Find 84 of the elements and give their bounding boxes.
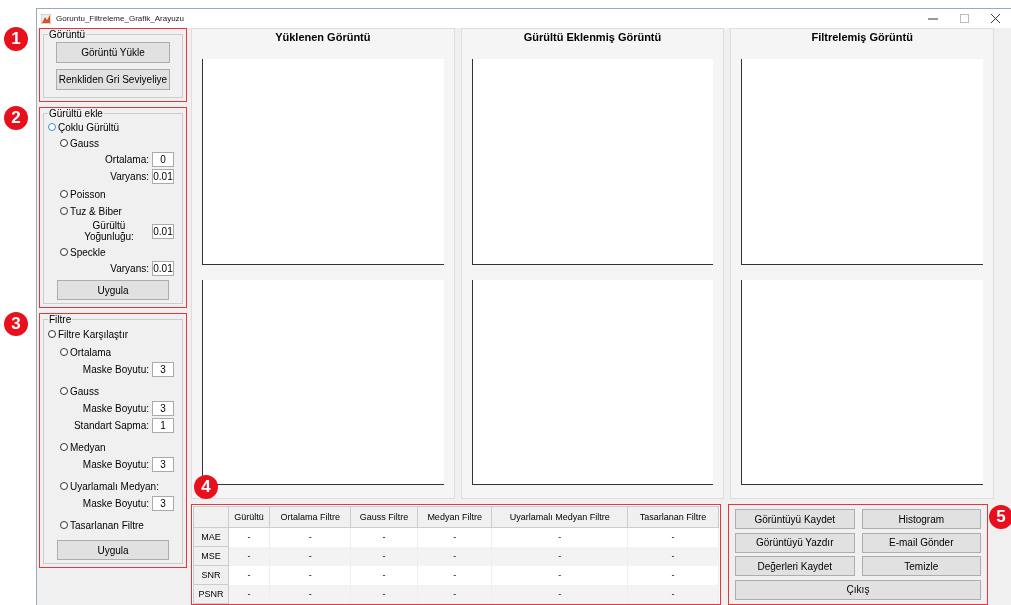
apply-button[interactable]: Uygula — [57, 540, 169, 560]
panel-title: Filtrelemiş Görüntü — [811, 31, 913, 44]
input-field[interactable]: 0.01 — [152, 223, 174, 239]
window-title: Goruntu_Filtreleme_Grafik_Arayuzu — [56, 14, 186, 23]
table-cell: - — [627, 527, 719, 547]
radio-button[interactable]: Gauss — [60, 135, 99, 151]
table-cell: - — [228, 565, 270, 585]
radio-button[interactable]: Gauss — [60, 382, 99, 400]
table-cell: - — [417, 546, 492, 566]
push-button[interactable]: Görüntüyü Yazdır — [735, 532, 855, 553]
table-cell: - — [269, 527, 351, 547]
field-label: Varyans: — [110, 263, 149, 274]
input-field[interactable]: 3 — [152, 362, 174, 377]
field-label: Maske Boyutu: — [82, 459, 149, 470]
push-button[interactable]: E-mail Gönder — [861, 532, 981, 553]
table-cell: - — [269, 565, 351, 585]
input-field[interactable]: 3 — [152, 401, 174, 416]
close-icon[interactable] — [991, 14, 1000, 23]
column-header: Uyarlamalı Medyan Filtre — [491, 506, 628, 528]
radio-button[interactable]: Ortalama — [60, 343, 112, 361]
table-cell: - — [491, 565, 628, 585]
radio-button[interactable]: Çoklu Gürültü — [48, 119, 120, 135]
number-badge: 1 — [4, 27, 28, 51]
table-cell: - — [627, 584, 719, 604]
table-cell: - — [350, 565, 418, 585]
table-cell: - — [491, 546, 628, 566]
push-button[interactable]: Renkliden Gri Seviyeliye — [55, 69, 171, 90]
table-cell: - — [417, 527, 492, 547]
column-header: Tasarlanan Filtre — [627, 506, 719, 528]
table-cell: - — [417, 565, 492, 585]
input-field[interactable]: 1 — [152, 418, 174, 433]
radio-button[interactable]: Speckle — [60, 244, 106, 260]
group-title: Görüntü — [48, 29, 87, 40]
radio-button[interactable]: Filtre Karşılaştır — [48, 325, 128, 343]
field-label: Gürültü Yoğunluğu: — [83, 220, 135, 242]
table-cell: - — [350, 546, 418, 566]
table-cell: - — [228, 546, 270, 566]
input-field[interactable]: 3 — [152, 496, 174, 511]
number-badge: 5 — [989, 505, 1011, 529]
group-title: Gürültü ekle — [48, 108, 104, 119]
table-cell: - — [228, 527, 270, 547]
push-button[interactable]: Değerleri Kaydet — [735, 556, 855, 576]
exit-button[interactable]: Çıkış — [735, 579, 981, 600]
number-badge: 3 — [4, 312, 28, 336]
push-button[interactable]: Görüntüyü Kaydet — [735, 509, 855, 529]
column-header: Ortalama Filtre — [269, 506, 351, 528]
table-cell: - — [627, 546, 719, 566]
input-field[interactable]: 0.01 — [152, 169, 174, 184]
table-cell: - — [627, 565, 719, 585]
table-cell: - — [228, 584, 270, 604]
field-label: Ortalama: — [105, 154, 149, 165]
apply-button[interactable]: Uygula — [57, 280, 169, 300]
push-button[interactable]: Histogram — [861, 509, 981, 529]
maximize-icon[interactable] — [960, 14, 969, 23]
panel-title: Yüklenen Görüntü — [275, 31, 371, 44]
app-icon — [41, 13, 51, 24]
field-label: Maske Boyutu: — [82, 403, 149, 414]
push-button[interactable]: Temizle — [861, 556, 981, 576]
column-header: Gürültü — [228, 506, 270, 528]
field-label: Varyans: — [110, 171, 149, 182]
group-title: Filtre — [48, 314, 73, 325]
table-cell: - — [350, 584, 418, 604]
radio-button[interactable]: Tuz & Biber — [60, 203, 122, 219]
field-label: Standart Sapma: — [73, 420, 149, 431]
input-field[interactable]: 3 — [152, 457, 174, 472]
input-field[interactable]: 0.01 — [152, 261, 174, 276]
input-field[interactable]: 0 — [152, 152, 174, 167]
table-cell: - — [350, 527, 418, 547]
table-cell: - — [417, 584, 492, 604]
radio-button[interactable]: Tasarlanan Filtre — [60, 516, 144, 534]
table-cell: - — [491, 584, 628, 604]
column-header: Medyan Filtre — [417, 506, 492, 528]
field-label: Maske Boyutu: — [82, 364, 149, 375]
column-header: Gauss Filtre — [350, 506, 418, 528]
number-badge: 2 — [4, 106, 28, 130]
radio-button[interactable]: Medyan — [60, 438, 106, 456]
table-cell: - — [269, 584, 351, 604]
radio-button[interactable]: Uyarlamalı Medyan: — [60, 477, 159, 495]
table-cell: - — [269, 546, 351, 566]
panel-title: Gürültü Eklenmiş Görüntü — [523, 31, 662, 44]
table-cell: - — [491, 527, 628, 547]
push-button[interactable]: Görüntü Yükle — [56, 42, 170, 63]
radio-button[interactable]: Poisson — [60, 186, 106, 202]
field-label: Maske Boyutu: — [82, 498, 149, 509]
